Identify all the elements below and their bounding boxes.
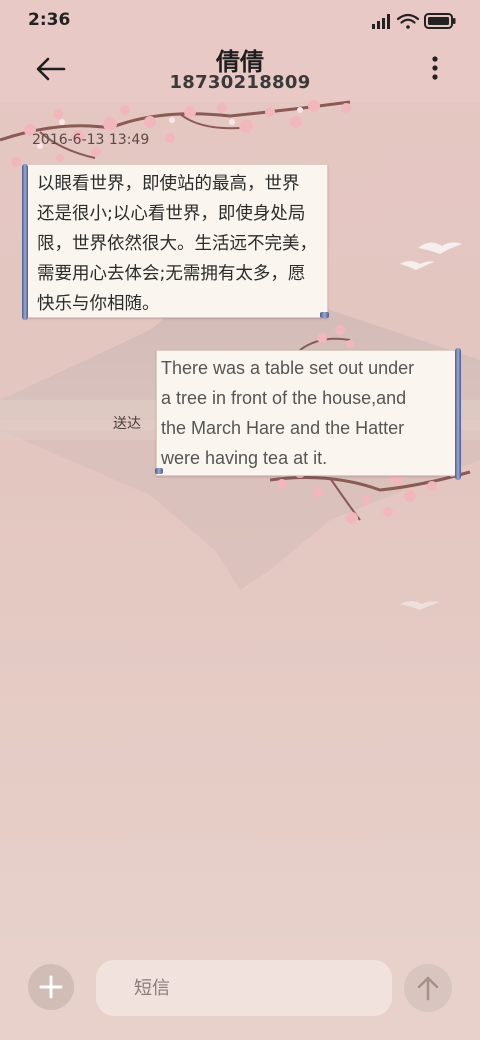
scroll-rod-decoration [22,164,28,320]
send-button[interactable] [404,964,452,1012]
message-input[interactable] [96,960,392,1016]
status-time: 2:36 [28,10,71,30]
message-line: the March Hare and the Hatter [161,418,405,438]
message-line: 需要用心去体会;无需拥有太多，愿 [37,264,306,284]
scroll-rod-end-decoration [320,312,329,318]
more-vertical-icon [432,56,438,80]
scroll-rod-decoration [455,348,461,480]
message-line: 快乐与你相随。 [37,294,160,314]
message-line: 以眼看世界，即使站的最高，世界 [37,174,300,194]
conversation-header: 倩倩 18730218809 [0,40,480,102]
message-line: a tree in front of the house,and [161,388,407,408]
message-timestamp: 2016-6-13 13:49 [32,132,150,148]
battery-icon [424,13,456,29]
message-line: 还是很小;以心看世界，即使身处局 [37,204,306,224]
status-bar: 2:36 [0,0,480,40]
outgoing-message-bubble[interactable]: There was a table set out under a tree i… [156,350,460,476]
arrow-up-icon [417,976,439,1001]
message-line: were having tea at it. [161,448,328,468]
status-icons [372,12,456,30]
contact-number: 18730218809 [169,72,311,93]
incoming-message-bubble[interactable]: 以眼看世界，即使站的最高，世界 还是很小;以心看世界，即使身处局 限，世界依然很… [24,164,328,318]
wifi-icon [396,13,420,29]
add-attachment-button[interactable] [28,964,74,1010]
message-line: There was a table set out under [161,358,415,378]
more-options-button[interactable] [430,56,440,80]
signal-icon [372,14,390,29]
scroll-rod-end-decoration [155,468,163,474]
message-line: 限，世界依然很大。生活远不完美， [37,234,317,254]
plus-icon [39,975,63,999]
delivery-status: 送达 [113,416,141,432]
